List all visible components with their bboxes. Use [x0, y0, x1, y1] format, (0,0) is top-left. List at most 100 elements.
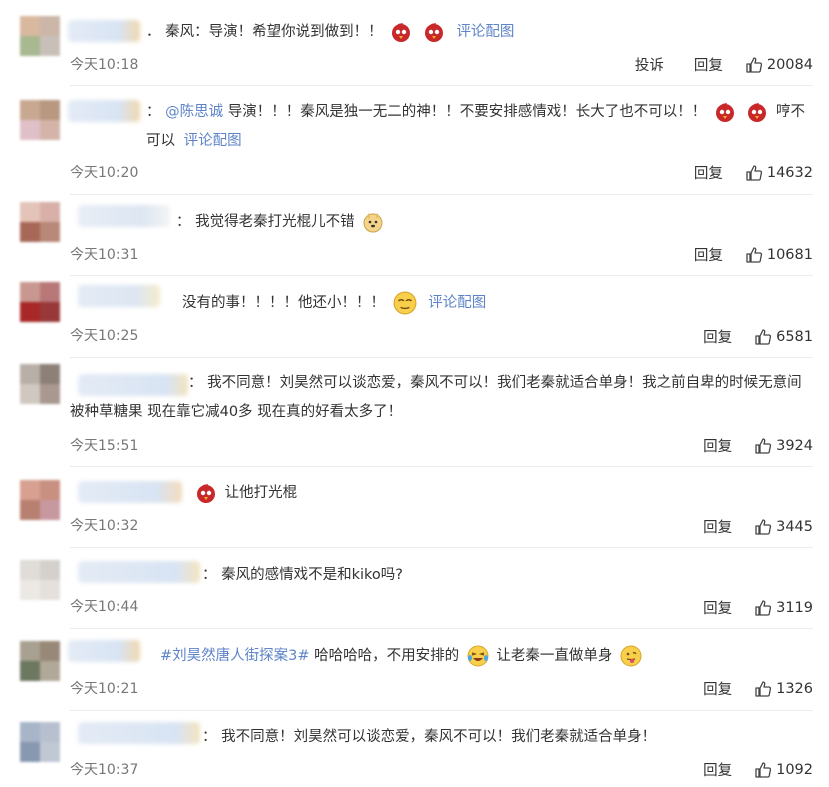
comment-text: ： 秦风的感情戏不是和kiko吗?	[202, 561, 813, 590]
comment-time: 今天10:44	[70, 599, 139, 615]
thumbs-up-icon	[755, 328, 772, 345]
comment-prefix: ：	[202, 567, 217, 583]
laugh-cry-emoji	[467, 645, 489, 667]
comment-text: 让他打光棍	[192, 479, 813, 508]
avatar[interactable]	[20, 560, 60, 600]
like-button[interactable]: 14632	[745, 164, 813, 182]
divider	[70, 85, 813, 86]
reply-button[interactable]: 回复	[694, 54, 723, 75]
comment-image-link[interactable]: 评论配图	[184, 133, 242, 149]
like-button[interactable]: 3924	[754, 437, 813, 455]
comment-actions: 投诉 回复 20084	[605, 54, 813, 75]
avatar[interactable]	[20, 282, 60, 322]
username-blurred[interactable]	[68, 640, 140, 662]
comment-body-tail: 让老秦一直做单身	[496, 648, 613, 664]
comment-image-link[interactable]: 评论配图	[428, 295, 486, 311]
comment-text: ． 秦风：导演！希望你说到做到！！ 评论配图	[146, 18, 813, 47]
like-button[interactable]: 1326	[754, 680, 813, 698]
angry-bird-emoji	[715, 103, 734, 122]
like-count: 1092	[776, 761, 813, 778]
comment-time: 今天10:18	[70, 57, 139, 73]
reply-button[interactable]: 回复	[703, 435, 732, 456]
divider	[70, 547, 813, 548]
reply-button[interactable]: 回复	[694, 244, 723, 265]
like-count: 3924	[776, 437, 813, 454]
thumbs-up-icon	[746, 246, 762, 263]
reply-button[interactable]: 回复	[703, 759, 732, 780]
comment-prefix: ：	[146, 104, 161, 120]
report-button[interactable]: 投诉	[635, 54, 664, 75]
comment-actions: 回复 6581	[673, 326, 813, 347]
thumbs-up-icon	[755, 761, 772, 778]
comment-time: 今天10:20	[70, 165, 139, 181]
like-count: 6581	[776, 328, 813, 345]
tongue-emoji	[620, 645, 642, 667]
comment-time: 今天10:21	[70, 681, 139, 697]
avatar[interactable]	[20, 202, 60, 242]
reply-button[interactable]: 回复	[703, 516, 732, 537]
comment-body: 秦风的感情戏不是和kiko吗?	[221, 567, 403, 583]
comment-prefix: ．	[146, 24, 161, 40]
comment-text: ： @陈思诚 导演！！！秦风是独一无二的神！！不要安排感情戏！长大了也不可以！！…	[146, 98, 813, 156]
divider	[70, 194, 813, 195]
username-blurred[interactable]	[78, 205, 170, 227]
avatar[interactable]	[20, 100, 60, 140]
comment-body: 我不同意！刘昊然可以谈恋爱，秦风不可以！我们老秦就适合单身！	[221, 729, 657, 745]
angry-bird-emoji	[197, 484, 215, 503]
username-blurred[interactable]	[78, 481, 182, 503]
username-blurred[interactable]	[78, 722, 200, 744]
comment-time: 今天10:37	[70, 762, 139, 778]
username-blurred[interactable]	[78, 285, 160, 307]
comment-text: 没有的事！！！！他还小！！！ 评论配图	[182, 289, 813, 318]
comment-text: ： 我不同意！刘昊然可以谈恋爱，秦风不可以！我们老秦就适合单身！	[202, 723, 813, 752]
comment-body: 导演！！！秦风是独一无二的神！！不要安排感情戏！长大了也不可以！！	[227, 104, 707, 120]
divider	[70, 357, 813, 358]
thumbs-up-icon	[746, 56, 762, 73]
comment-time: 今天10:31	[70, 247, 139, 263]
username-blurred[interactable]	[68, 20, 140, 42]
reply-button[interactable]: 回复	[703, 678, 732, 699]
comment-body: 没有的事！！！！他还小！！！	[182, 295, 385, 311]
like-button[interactable]: 3119	[754, 599, 813, 617]
avatar[interactable]	[20, 364, 60, 404]
angry-bird-emoji	[424, 23, 443, 42]
doge-emoji	[363, 213, 383, 233]
thumbs-up-icon	[746, 164, 762, 181]
comment-time: 今天10:32	[70, 518, 139, 534]
comment-body: 秦风：导演！希望你说到做到！！	[165, 24, 383, 40]
comment-body: 我觉得老秦打光棍儿不错	[195, 214, 355, 230]
comment-time: 今天15:51	[70, 438, 139, 454]
username-blurred[interactable]	[78, 561, 200, 583]
username-blurred[interactable]	[68, 100, 140, 122]
like-button[interactable]: 10681	[745, 246, 813, 264]
comment-prefix: ：	[176, 214, 191, 230]
angry-bird-emoji	[392, 23, 411, 42]
comment-actions: 回复 3119	[673, 597, 813, 618]
divider	[70, 275, 813, 276]
mention-link[interactable]: @陈思诚	[165, 104, 223, 120]
comment-time: 今天10:25	[70, 328, 139, 344]
reply-button[interactable]: 回复	[703, 326, 732, 347]
avatar[interactable]	[20, 722, 60, 762]
comment-list: ． 秦风：导演！希望你说到做到！！ 评论配图 今天10:18 投诉 回复 200…	[0, 0, 829, 787]
reply-button[interactable]: 回复	[694, 162, 723, 183]
comment-image-link[interactable]: 评论配图	[456, 24, 514, 40]
like-button[interactable]: 1092	[754, 761, 813, 779]
sleepy-emoji	[393, 291, 417, 315]
avatar[interactable]	[20, 480, 60, 520]
like-button[interactable]: 20084	[745, 56, 813, 74]
comment-actions: 回复 14632	[664, 162, 813, 183]
thumbs-up-icon	[755, 599, 772, 616]
avatar[interactable]	[20, 16, 60, 56]
reply-button[interactable]: 回复	[703, 597, 732, 618]
like-button[interactable]: 6581	[754, 328, 813, 346]
comment-body: 我不同意！刘昊然可以谈恋爱，秦风不可以！我们老秦就适合单身！我之前自卑的时候无意…	[70, 375, 802, 420]
topic-link[interactable]: #刘昊然唐人街探案3#	[160, 648, 310, 664]
like-count: 3119	[776, 599, 813, 616]
like-count: 20084	[766, 56, 813, 73]
like-button[interactable]: 3445	[754, 518, 813, 536]
comment-actions: 回复 3445	[673, 516, 813, 537]
comment-prefix: ：	[202, 729, 217, 745]
avatar[interactable]	[20, 641, 60, 681]
like-count: 1326	[776, 680, 813, 697]
